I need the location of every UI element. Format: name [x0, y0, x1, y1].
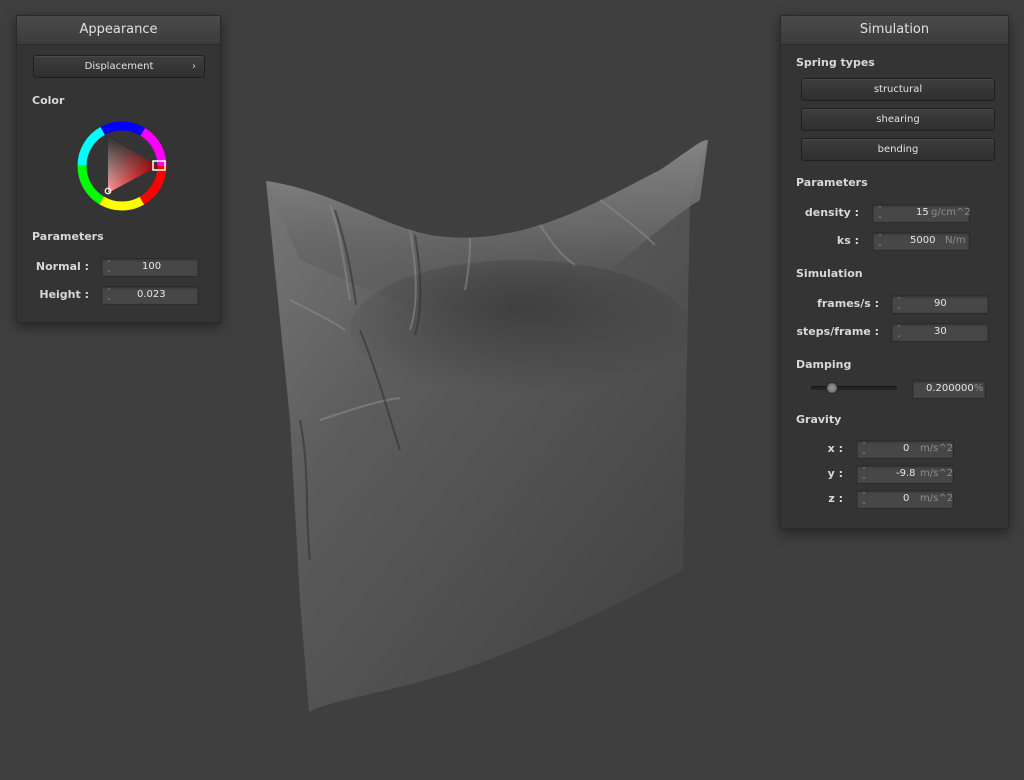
spinner-icon[interactable]: ⌃ ⌄	[860, 492, 868, 506]
gravity-x-input[interactable]: ⌃ ⌄ 0 m/s^2	[856, 440, 954, 459]
normal-label: Normal :	[35, 260, 89, 273]
damping-value: 0.200000	[926, 383, 974, 394]
height-input[interactable]: ⌃ ⌄ 0.023	[101, 286, 199, 305]
shader-dropdown-value: Displacement	[84, 61, 154, 72]
gravity-x-label: x :	[827, 442, 843, 455]
color-label: Color	[32, 94, 65, 107]
shearing-button[interactable]: shearing	[801, 108, 995, 131]
steps-per-frame-input[interactable]: ⌃ ⌄ 30	[891, 323, 989, 342]
chevron-right-icon: ›	[192, 61, 196, 72]
gravity-y-input[interactable]: ⌃ ⌄ -9.8 m/s^2	[856, 465, 954, 484]
damping-input[interactable]: 0.200000 %	[912, 380, 986, 399]
spinner-icon[interactable]: ⌃ ⌄	[105, 260, 113, 274]
frames-per-s-value: 90	[934, 298, 947, 309]
damping-slider[interactable]	[811, 382, 897, 394]
gravity-z-value: 0	[903, 493, 910, 504]
appearance-parameters-label: Parameters	[32, 230, 104, 243]
damping-label: Damping	[796, 358, 852, 371]
bending-button[interactable]: bending	[801, 138, 995, 161]
normal-input[interactable]: ⌃ ⌄ 100	[101, 258, 199, 277]
appearance-panel: Appearance Displacement › Color Paramete…	[16, 15, 221, 323]
damping-slider-track	[811, 386, 897, 390]
spinner-icon[interactable]: ⌃ ⌄	[105, 288, 113, 302]
spring-types-label: Spring types	[796, 56, 875, 69]
gravity-y-unit: m/s^2	[920, 468, 954, 479]
gravity-x-unit: m/s^2	[920, 443, 954, 454]
ks-unit: N/m	[945, 235, 966, 246]
structural-button[interactable]: structural	[801, 78, 995, 101]
gravity-x-value: 0	[903, 443, 910, 454]
steps-per-frame-value: 30	[934, 326, 947, 337]
appearance-panel-title: Appearance	[17, 16, 220, 45]
spinner-icon[interactable]: ⌃ ⌄	[876, 234, 884, 248]
height-value: 0.023	[137, 289, 166, 300]
steps-per-frame-label: steps/frame :	[796, 325, 880, 338]
normal-value: 100	[142, 261, 162, 272]
gravity-z-label: z :	[828, 492, 843, 505]
ks-input[interactable]: ⌃ ⌄ 5000 N/m	[872, 232, 970, 251]
gravity-y-value: -9.8	[896, 468, 916, 479]
frames-per-s-input[interactable]: ⌃ ⌄ 90	[891, 295, 989, 314]
height-label: Height :	[39, 288, 89, 301]
simulation-panel-title: Simulation	[781, 16, 1008, 45]
simulation-panel: Simulation Spring types structural shear…	[780, 15, 1009, 529]
cloth-mesh	[266, 140, 708, 712]
frames-per-s-label: frames/s :	[817, 297, 879, 310]
density-value: 15	[916, 207, 929, 218]
simulation-section-label: Simulation	[796, 267, 863, 280]
density-label: density :	[804, 206, 859, 219]
spinner-icon[interactable]: ⌃ ⌄	[895, 297, 903, 311]
damping-unit: %	[974, 383, 984, 394]
gravity-y-label: y :	[827, 467, 843, 480]
density-input[interactable]: ⌃ ⌄ 15 g/cm^2	[872, 204, 971, 223]
ks-value: 5000	[910, 235, 936, 246]
gravity-z-unit: m/s^2	[920, 493, 954, 504]
gravity-label: Gravity	[796, 413, 842, 426]
spinner-icon[interactable]: ⌃ ⌄	[876, 206, 884, 220]
gravity-z-input[interactable]: ⌃ ⌄ 0 m/s^2	[856, 490, 954, 509]
simulation-parameters-label: Parameters	[796, 176, 868, 189]
shader-dropdown[interactable]: Displacement ›	[33, 55, 205, 78]
spinner-icon[interactable]: ⌃ ⌄	[860, 442, 868, 456]
spinner-icon[interactable]: ⌃ ⌄	[895, 325, 903, 339]
ks-label: ks :	[836, 234, 859, 247]
density-unit: g/cm^2	[931, 207, 971, 218]
saturation-value-triangle[interactable]	[108, 138, 158, 193]
color-wheel[interactable]	[74, 117, 174, 217]
damping-slider-handle[interactable]	[826, 382, 838, 394]
spinner-icon[interactable]: ⌃ ⌄	[860, 467, 868, 481]
